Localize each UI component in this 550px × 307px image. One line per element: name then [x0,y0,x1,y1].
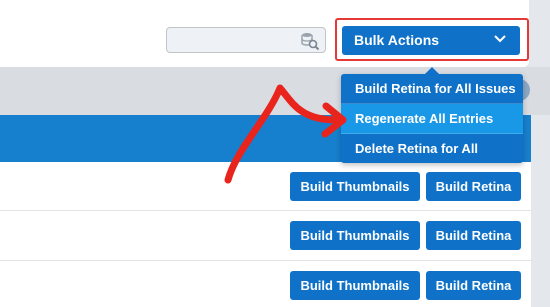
bulk-actions-menu: Build Retina for All Issues Regenerate A… [341,67,523,163]
build-thumbnails-button[interactable]: Build Thumbnails [290,172,420,201]
menu-caret [424,67,440,75]
chevron-down-icon [494,35,506,43]
bulk-actions-label: Bulk Actions [354,32,440,48]
table-row: Build Thumbnails Build Retina [0,162,531,211]
bulk-actions-button[interactable]: Bulk Actions [342,26,520,55]
menu-item-delete-retina-all[interactable]: Delete Retina for All [341,134,523,163]
search-database-icon[interactable] [300,31,320,51]
menu-item-build-retina-all-issues[interactable]: Build Retina for All Issues [341,74,523,104]
search-input[interactable] [166,27,326,53]
table-row: Build Thumbnails Build Retina [0,261,531,307]
toolbar: Bulk Actions [0,0,529,67]
build-thumbnails-button[interactable]: Build Thumbnails [290,221,420,250]
build-retina-button[interactable]: Build Retina [426,271,521,300]
build-retina-button[interactable]: Build Retina [426,172,521,201]
build-thumbnails-button[interactable]: Build Thumbnails [290,271,420,300]
build-retina-button[interactable]: Build Retina [426,221,521,250]
table-row: Build Thumbnails Build Retina [0,211,531,261]
menu-item-regenerate-all-entries[interactable]: Regenerate All Entries [341,104,523,134]
